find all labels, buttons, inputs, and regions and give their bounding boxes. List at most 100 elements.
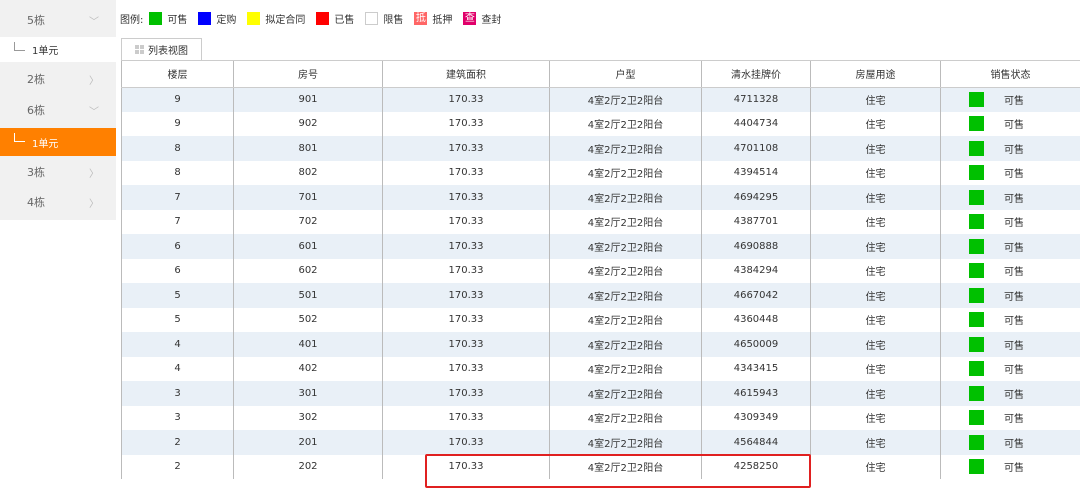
usage-cell: 住宅 (810, 283, 941, 308)
list-price-cell: 4258250 (701, 454, 811, 479)
status-label: 可售 (1004, 316, 1024, 328)
table-row[interactable]: 3 302 170.33 4室2厅2卫2阳台 4309349 住宅 可售 (121, 405, 1080, 430)
legend-item-reserved: 定购 (198, 11, 236, 26)
table-row[interactable]: 9 902 170.33 4室2厅2卫2阳台 4404734 住宅 可售 (121, 111, 1080, 136)
status-label: 可售 (1004, 414, 1024, 426)
floor-cell: 2 (121, 430, 234, 455)
column-header-floor-area[interactable]: 建筑面积 (382, 61, 550, 88)
table-row[interactable]: 5 502 170.33 4室2厅2卫2阳台 4360448 住宅 可售 (121, 307, 1080, 332)
chevron-right-icon: 〉 (89, 168, 99, 180)
sidebar-item-building-5[interactable]: 5栋 ﹀ (0, 8, 116, 33)
floor-cell: 3 (121, 405, 234, 430)
usage-cell: 住宅 (810, 381, 941, 406)
chevron-right-icon: 〉 (89, 198, 99, 210)
table-row[interactable]: 6 602 170.33 4室2厅2卫2阳台 4384294 住宅 可售 (121, 258, 1080, 283)
legend-label: 可售 (167, 15, 188, 26)
floor-area-cell: 170.33 (382, 283, 550, 308)
units-table-container[interactable]: 楼层 房号 建筑面积 户型 清水挂牌价 房屋用途 销售状态 9 901 170.33… (121, 60, 1080, 489)
floor-area-cell: 170.33 (382, 136, 550, 161)
table-row[interactable]: 3 301 170.33 4室2厅2卫2阳台 4615943 住宅 可售 (121, 381, 1080, 406)
floor-cell: 2 (121, 454, 234, 479)
usage-cell: 住宅 (810, 160, 941, 185)
floor-cell: 7 (121, 209, 234, 234)
room-number-cell: 901 (233, 87, 383, 112)
sidebar-item-label: 2栋 (27, 73, 45, 87)
column-header-floor[interactable]: 楼层 (121, 61, 234, 88)
sidebar-item-unit-1-building-6[interactable]: 1单元 (0, 128, 116, 156)
column-header-usage[interactable]: 房屋用途 (810, 61, 941, 88)
layout-cell: 4室2厅2卫2阳台 (549, 209, 702, 234)
room-number-cell: 602 (233, 258, 383, 283)
layout-cell: 4室2厅2卫2阳台 (549, 283, 702, 308)
table-row[interactable]: 2 201 170.33 4室2厅2卫2阳台 4564844 住宅 可售 (121, 430, 1080, 455)
table-header-row: 楼层 房号 建筑面积 户型 清水挂牌价 房屋用途 销售状态 (121, 61, 1080, 88)
column-header-room-number[interactable]: 房号 (233, 61, 383, 88)
status-label: 可售 (1004, 291, 1024, 303)
list-price-cell: 4694295 (701, 185, 811, 210)
room-number-cell: 302 (233, 405, 383, 430)
table-row[interactable]: 2 202 170.33 4室2厅2卫2阳台 4258250 住宅 可售 (121, 454, 1080, 479)
sidebar-item-building-3[interactable]: 3栋 〉 (0, 160, 116, 185)
floor-cell: 5 (121, 307, 234, 332)
layout-cell: 4室2厅2卫2阳台 (549, 307, 702, 332)
status-label: 可售 (1004, 463, 1024, 475)
sidebar-item-building-2[interactable]: 2栋 〉 (0, 67, 116, 92)
usage-cell: 住宅 (810, 234, 941, 259)
legend-label: 限售 (383, 15, 404, 26)
tab-list-view[interactable]: 列表视图 (121, 38, 202, 60)
building-sidebar: 5栋 ﹀ 1单元 2栋 〉 6栋 ﹀ 1单元 3栋 〉 4栋 〉 (0, 0, 116, 220)
table-row[interactable]: 8 801 170.33 4室2厅2卫2阳台 4701108 住宅 可售 (121, 136, 1080, 161)
legend-label: 查封 (481, 15, 502, 26)
legend-label: 定购 (216, 15, 237, 26)
status-label: 可售 (1004, 267, 1024, 279)
floor-area-cell: 170.33 (382, 209, 550, 234)
floor-cell: 9 (121, 87, 234, 112)
usage-cell: 住宅 (810, 185, 941, 210)
table-row[interactable]: 6 601 170.33 4室2厅2卫2阳台 4690888 住宅 可售 (121, 234, 1080, 259)
list-price-cell: 4404734 (701, 111, 811, 136)
sidebar-item-building-4[interactable]: 4栋 〉 (0, 190, 116, 215)
column-header-list-price[interactable]: 清水挂牌价 (701, 61, 811, 88)
status-swatch (969, 214, 984, 230)
sale-status-cell: 可售 (940, 258, 1080, 283)
table-row[interactable]: 9 901 170.33 4室2厅2卫2阳台 4711328 住宅 可售 (121, 87, 1080, 112)
status-label: 可售 (1004, 169, 1024, 181)
status-swatch (969, 434, 984, 450)
usage-cell: 住宅 (810, 356, 941, 381)
available-swatch (149, 12, 163, 25)
room-number-cell: 702 (233, 209, 383, 234)
table-row[interactable]: 7 702 170.33 4室2厅2卫2阳台 4387701 住宅 可售 (121, 209, 1080, 234)
layout-cell: 4室2厅2卫2阳台 (549, 87, 702, 112)
sidebar-item-label: 1单元 (32, 45, 59, 57)
sale-status-cell: 可售 (940, 307, 1080, 332)
sale-status-cell: 可售 (940, 234, 1080, 259)
floor-area-cell: 170.33 (382, 332, 550, 357)
sidebar-item-unit-1-building-5[interactable]: 1单元 (0, 37, 116, 62)
room-number-cell: 202 (233, 454, 383, 479)
layout-cell: 4室2厅2卫2阳台 (549, 185, 702, 210)
table-row[interactable]: 4 402 170.33 4室2厅2卫2阳台 4343415 住宅 可售 (121, 356, 1080, 381)
sale-status-cell: 可售 (940, 356, 1080, 381)
sidebar-item-label: 4栋 (27, 196, 45, 210)
layout-cell: 4室2厅2卫2阳台 (549, 258, 702, 283)
legend-item-available: 可售 (149, 11, 187, 26)
status-swatch (969, 336, 984, 352)
layout-cell: 4室2厅2卫2阳台 (549, 136, 702, 161)
legend-item-draft-contract: 拟定合同 (247, 11, 305, 26)
status-label: 可售 (1004, 365, 1024, 377)
column-header-sale-status[interactable]: 销售状态 (940, 61, 1080, 88)
sidebar-item-building-6[interactable]: 6栋 ﹀ (0, 98, 116, 123)
table-row[interactable]: 4 401 170.33 4室2厅2卫2阳台 4650009 住宅 可售 (121, 332, 1080, 357)
table-row[interactable]: 5 501 170.33 4室2厅2卫2阳台 4667042 住宅 可售 (121, 283, 1080, 308)
room-number-cell: 501 (233, 283, 383, 308)
tree-line-icon (14, 42, 25, 51)
legend-item-mortgaged: 抵 抵押 (414, 11, 452, 26)
list-price-cell: 4667042 (701, 283, 811, 308)
sidebar-item-label: 1单元 (32, 138, 59, 150)
column-header-layout[interactable]: 户型 (549, 61, 702, 88)
status-swatch (969, 385, 984, 401)
draft-contract-swatch (247, 12, 261, 25)
table-row[interactable]: 8 802 170.33 4室2厅2卫2阳台 4394514 住宅 可售 (121, 160, 1080, 185)
sale-status-cell: 可售 (940, 136, 1080, 161)
table-row[interactable]: 7 701 170.33 4室2厅2卫2阳台 4694295 住宅 可售 (121, 185, 1080, 210)
